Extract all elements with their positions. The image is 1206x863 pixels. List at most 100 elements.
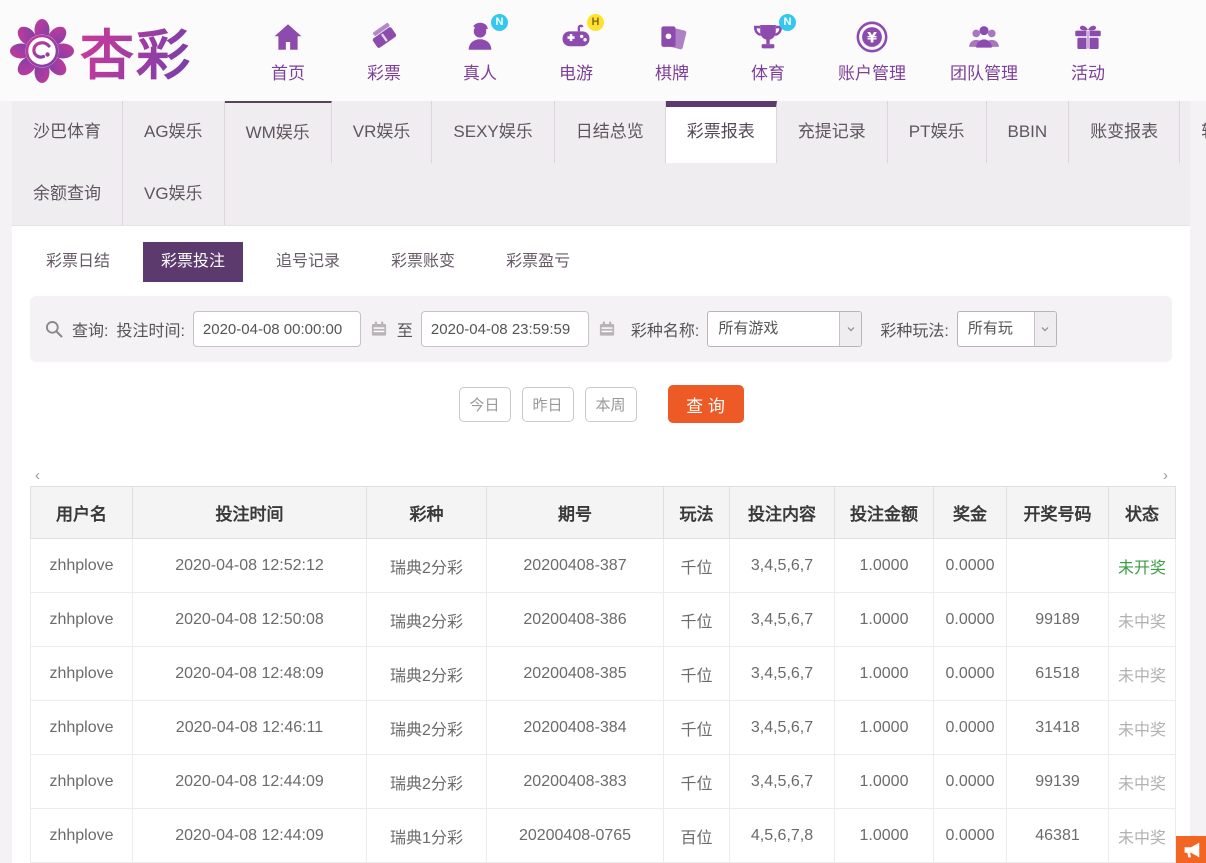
main-tab-row1-2[interactable]: AG娱乐 [123, 101, 225, 163]
scroll-left-icon[interactable]: ‹ [35, 469, 40, 485]
column-header: 投注内容 [730, 487, 835, 539]
cell-amount: 1.0000 [835, 755, 934, 809]
yesterday-button[interactable]: 昨日 [522, 387, 574, 422]
nav-item-1[interactable]: 首页 [262, 18, 314, 84]
cell-amount: 1.0000 [835, 809, 934, 863]
nav-item-label: 团队管理 [950, 59, 1018, 84]
play-select[interactable]: 所有玩法 [957, 311, 1057, 347]
cell-user: zhhplove [31, 593, 133, 647]
gamepad-icon: H [557, 18, 595, 56]
cell-time: 2020-04-08 12:48:09 [133, 647, 367, 701]
cell-game: 瑞典2分彩 [367, 755, 487, 809]
sub-tab-1[interactable]: 彩票日结 [28, 242, 128, 282]
brand-name: 杏彩 [80, 11, 192, 90]
cell-play: 千位 [664, 647, 730, 701]
nav-item-label: 彩票 [367, 59, 401, 84]
table-body: zhhplove2020-04-08 12:52:12瑞典2分彩20200408… [31, 539, 1176, 863]
cell-draw: 99139 [1007, 755, 1109, 809]
main-tab-row1-12[interactable]: 转账报表 [1180, 101, 1206, 163]
cell-amount: 1.0000 [835, 593, 934, 647]
this-week-button[interactable]: 本周 [585, 387, 637, 422]
live-person-icon: N [461, 18, 499, 56]
sub-tab-3[interactable]: 追号记录 [258, 242, 358, 282]
cell-prize: 0.0000 [934, 539, 1007, 593]
today-button[interactable]: 今日 [459, 387, 511, 422]
query-button[interactable]: 查 询 [668, 385, 744, 423]
brand-logo[interactable]: 杏彩 [10, 11, 248, 90]
sub-tab-2[interactable]: 彩票投注 [143, 242, 243, 282]
column-header: 投注时间 [133, 487, 367, 539]
main-tab-row1-11[interactable]: 账变报表 [1069, 101, 1180, 163]
main-tab-row1-8[interactable]: 充提记录 [777, 101, 888, 163]
cell-issue: 20200408-383 [487, 755, 664, 809]
play-select-value: 所有玩法 [958, 312, 1034, 346]
main-tab-row1-1[interactable]: 沙巴体育 [12, 101, 123, 163]
cell-issue: 20200408-385 [487, 647, 664, 701]
scroll-right-icon[interactable]: › [1163, 469, 1168, 485]
cell-content: 3,4,5,6,7 [730, 539, 835, 593]
cell-content: 3,4,5,6,7 [730, 755, 835, 809]
cell-prize: 0.0000 [934, 593, 1007, 647]
main-tab-row1-10[interactable]: BBIN [987, 101, 1070, 163]
cell-status: 未中奖 [1109, 593, 1176, 647]
cell-amount: 1.0000 [835, 539, 934, 593]
nav-badge: H [587, 14, 604, 31]
game-name-label: 彩种名称: [631, 317, 699, 341]
main-tab-row1-7[interactable]: 彩票报表 [666, 101, 777, 163]
cell-content: 4,5,6,7,8 [730, 809, 835, 863]
megaphone-icon [1180, 839, 1202, 861]
cell-play: 千位 [664, 701, 730, 755]
cell-user: zhhplove [31, 755, 133, 809]
cell-user: zhhplove [31, 809, 133, 863]
calendar-from-icon[interactable] [369, 319, 389, 339]
nav-item-2[interactable]: 彩票 [358, 18, 410, 84]
main-tab-row1-5[interactable]: SEXY娱乐 [432, 101, 554, 163]
nav-item-7[interactable]: ¥账户管理 [838, 18, 906, 84]
sub-tab-4[interactable]: 彩票账变 [373, 242, 473, 282]
main-tabbar: 沙巴体育AG娱乐WM娱乐VR娱乐SEXY娱乐日结总览彩票报表充提记录PT娱乐BB… [12, 101, 1190, 226]
bets-table: 用户名投注时间彩种期号玩法投注内容投注金额奖金开奖号码状态 zhhplove20… [30, 486, 1176, 863]
nav-item-8[interactable]: 团队管理 [950, 18, 1018, 84]
gift-icon [1069, 18, 1107, 56]
sub-tab-5[interactable]: 彩票盈亏 [488, 242, 588, 282]
main-tab-row1-3[interactable]: WM娱乐 [225, 101, 332, 163]
nav-item-4[interactable]: H电游 [550, 18, 602, 84]
cell-time: 2020-04-08 12:46:11 [133, 701, 367, 755]
cell-time: 2020-04-08 12:44:09 [133, 755, 367, 809]
quick-button-row: 今日 昨日 本周 查 询 [12, 385, 1190, 423]
nav-item-3[interactable]: N真人 [454, 18, 506, 84]
cell-draw: 61518 [1007, 647, 1109, 701]
column-header: 玩法 [664, 487, 730, 539]
game-select[interactable]: 所有游戏 [707, 311, 862, 347]
main-tab-row2-1[interactable]: 余额查询 [12, 163, 123, 225]
cell-issue: 20200408-387 [487, 539, 664, 593]
cell-status: 未中奖 [1109, 755, 1176, 809]
cell-game: 瑞典2分彩 [367, 593, 487, 647]
cell-status: 未中奖 [1109, 809, 1176, 863]
search-label: 查询: [72, 317, 108, 341]
nav-item-5[interactable]: 棋牌 [646, 18, 698, 84]
home-icon [269, 18, 307, 56]
cell-content: 3,4,5,6,7 [730, 701, 835, 755]
search-panel: 查询: 投注时间: 至 彩种名称: 所有游戏 彩种玩法: 所有玩法 [30, 296, 1172, 362]
cell-prize: 0.0000 [934, 755, 1007, 809]
cell-status: 未开奖 [1109, 539, 1176, 593]
main-content: 沙巴体育AG娱乐WM娱乐VR娱乐SEXY娱乐日结总览彩票报表充提记录PT娱乐BB… [12, 101, 1190, 863]
bet-time-to-input[interactable] [421, 311, 589, 347]
table-row: zhhplove2020-04-08 12:52:12瑞典2分彩20200408… [31, 539, 1176, 593]
announcement-widget[interactable] [1176, 836, 1206, 863]
cell-time: 2020-04-08 12:52:12 [133, 539, 367, 593]
main-tab-row2-2[interactable]: VG娱乐 [123, 163, 225, 225]
cell-content: 3,4,5,6,7 [730, 593, 835, 647]
main-tab-row1-4[interactable]: VR娱乐 [332, 101, 433, 163]
nav-item-9[interactable]: 活动 [1062, 18, 1114, 84]
nav-item-6[interactable]: N体育 [742, 18, 794, 84]
table-row: zhhplove2020-04-08 12:44:09瑞典2分彩20200408… [31, 755, 1176, 809]
chevron-down-icon [839, 312, 861, 346]
cell-play: 百位 [664, 809, 730, 863]
calendar-to-icon[interactable] [597, 319, 617, 339]
main-tab-row1-9[interactable]: PT娱乐 [888, 101, 987, 163]
horizontal-scroll-bar: ‹ › [30, 469, 1173, 485]
bet-time-from-input[interactable] [193, 311, 361, 347]
main-tab-row1-6[interactable]: 日结总览 [555, 101, 666, 163]
